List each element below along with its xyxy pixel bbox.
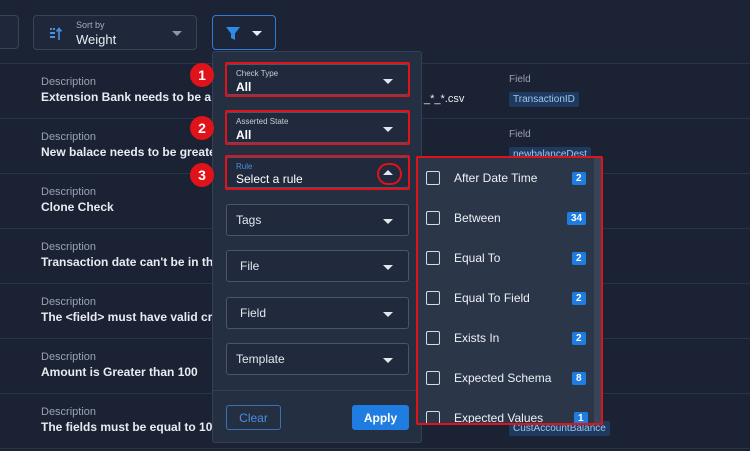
description-text: The fields must be equal to 1000 [41, 420, 226, 434]
description-label: Description [41, 241, 97, 253]
field-select[interactable]: Field [226, 297, 409, 329]
field-label: Field [509, 129, 531, 140]
file-select[interactable]: File [226, 250, 409, 282]
description-text: Transaction date can't be in the [41, 255, 220, 269]
annotation-box-asserted-state [225, 110, 410, 145]
chevron-down-icon [383, 358, 393, 363]
annotation-circle-rule-toggle [377, 163, 402, 185]
annotation-marker-2: 2 [190, 116, 214, 140]
chevron-down-icon [172, 31, 182, 36]
field-label: Field [509, 74, 531, 85]
description-text: Clone Check [41, 200, 114, 214]
description-text: Amount is Greater than 100 [41, 365, 198, 379]
clear-button[interactable]: Clear [226, 405, 281, 430]
sort-select[interactable]: Sort by Weight [33, 15, 197, 50]
chevron-down-icon [383, 312, 393, 317]
panel-divider [212, 390, 422, 391]
description-label: Description [41, 131, 97, 143]
annotation-box-rule-options [416, 156, 603, 425]
filter-button[interactable] [212, 15, 276, 50]
apply-button[interactable]: Apply [352, 405, 409, 430]
chevron-down-icon [383, 219, 393, 224]
sort-label: Sort by [76, 20, 105, 30]
description-label: Description [41, 406, 97, 418]
file-pattern: _*_*.csv [424, 93, 465, 105]
template-label: Template [236, 352, 285, 366]
file-label: File [240, 259, 260, 273]
annotation-marker-1: 1 [190, 63, 214, 87]
description-text: The <field> must have valid cred [41, 310, 227, 324]
field-label: Field [240, 306, 267, 320]
description-label: Description [41, 76, 97, 88]
description-label: Description [41, 296, 97, 308]
tags-label: Tags [236, 213, 262, 227]
description-text: Extension Bank needs to be a rep [41, 90, 234, 104]
chevron-down-icon [252, 31, 262, 36]
description-label: Description [41, 351, 97, 363]
chevron-down-icon [383, 265, 393, 270]
template-select[interactable]: Template [226, 343, 409, 375]
sort-icon [50, 27, 63, 40]
tags-select[interactable]: Tags [226, 204, 409, 236]
description-label: Description [41, 186, 97, 198]
sort-value: Weight [76, 32, 117, 47]
description-text: New balace needs to be greater t [41, 145, 228, 159]
toolbar-left-control[interactable] [0, 15, 19, 49]
annotation-box-check-type [225, 62, 410, 97]
annotation-marker-3: 3 [190, 163, 214, 187]
filter-icon [226, 27, 240, 40]
field-tag[interactable]: TransactionID [509, 92, 579, 107]
